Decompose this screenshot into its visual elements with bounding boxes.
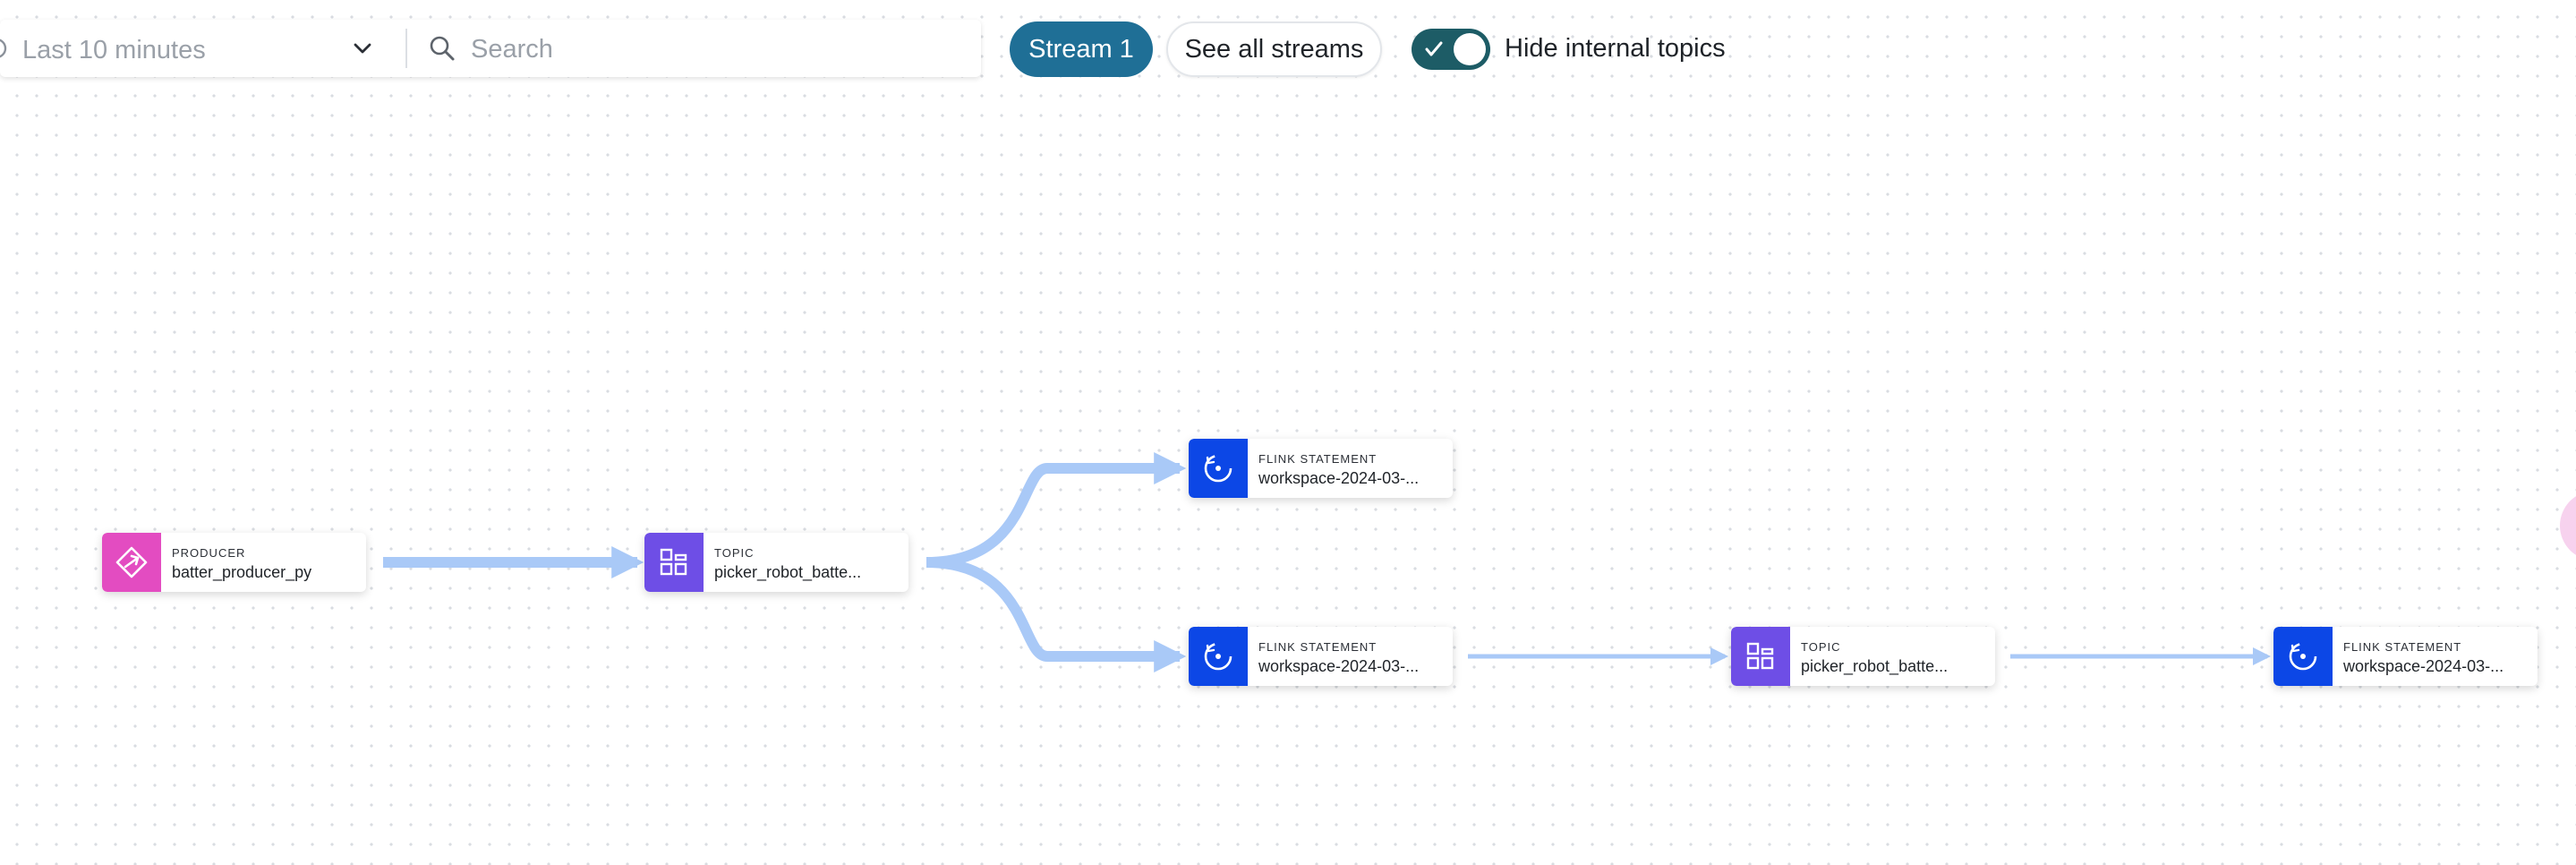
search-box — [421, 20, 976, 77]
node-type-label: FLINK STATEMENT — [1258, 452, 1378, 466]
stream-1-button[interactable]: Stream 1 — [1010, 21, 1153, 77]
node-type-label: PRODUCER — [172, 546, 246, 560]
node-type-label: FLINK STATEMENT — [1258, 640, 1378, 654]
flink-statement-node[interactable]: FLINK STATEMENT workspace-2024-03-... — [1189, 627, 1453, 686]
time-range-label: Last 10 minutes — [22, 36, 206, 64]
hide-internal-topics-toggle[interactable] — [1412, 29, 1490, 70]
toggle-knob — [1454, 33, 1486, 65]
topic-grid-icon — [1731, 627, 1790, 686]
search-input[interactable] — [469, 29, 956, 70]
time-range-select[interactable]: Last 10 minutes — [0, 20, 403, 77]
hide-internal-topics-label: Hide internal topics — [1505, 34, 1726, 63]
offscreen-node-marker — [2560, 491, 2576, 561]
topic-node[interactable]: TOPIC picker_robot_batte... — [1731, 627, 1995, 686]
filter-bar: Last 10 minutes — [0, 20, 981, 77]
toolbar-divider — [405, 29, 407, 68]
search-icon — [428, 34, 456, 63]
check-icon — [1422, 38, 1446, 61]
topic-grid-icon — [644, 533, 704, 592]
edge-topic-to-flink-1 — [925, 452, 1187, 568]
node-type-label: TOPIC — [1801, 640, 1841, 654]
topic-node[interactable]: TOPIC picker_robot_batte... — [644, 533, 908, 592]
flink-statement-icon — [2273, 627, 2333, 686]
node-name-label: batter_producer_py — [172, 563, 312, 581]
chevron-down-icon[interactable] — [349, 38, 376, 59]
node-name-label: picker_robot_batte... — [714, 563, 862, 581]
node-name-label: workspace-2024-03-... — [2343, 657, 2504, 675]
flink-statement-node[interactable]: FLINK STATEMENT workspace-2024-03-... — [2273, 627, 2538, 686]
flink-statement-icon — [1189, 627, 1248, 686]
node-type-label: TOPIC — [714, 546, 755, 560]
clock-icon — [0, 38, 7, 59]
node-name-label: workspace-2024-03-... — [1258, 657, 1420, 675]
producer-icon — [102, 533, 161, 592]
see-all-streams-button[interactable]: See all streams — [1166, 21, 1382, 77]
node-name-label: picker_robot_batte... — [1801, 657, 1949, 675]
edge-topic-to-flink-2 — [925, 557, 1187, 672]
flink-statement-node[interactable]: FLINK STATEMENT workspace-2024-03-... — [1189, 439, 1453, 498]
flink-statement-icon — [1189, 439, 1248, 498]
producer-node[interactable]: PRODUCER batter_producer_py — [102, 533, 366, 592]
node-type-label: FLINK STATEMENT — [2343, 640, 2462, 654]
node-name-label: workspace-2024-03-... — [1258, 469, 1420, 487]
graph-edges — [383, 452, 2271, 672]
